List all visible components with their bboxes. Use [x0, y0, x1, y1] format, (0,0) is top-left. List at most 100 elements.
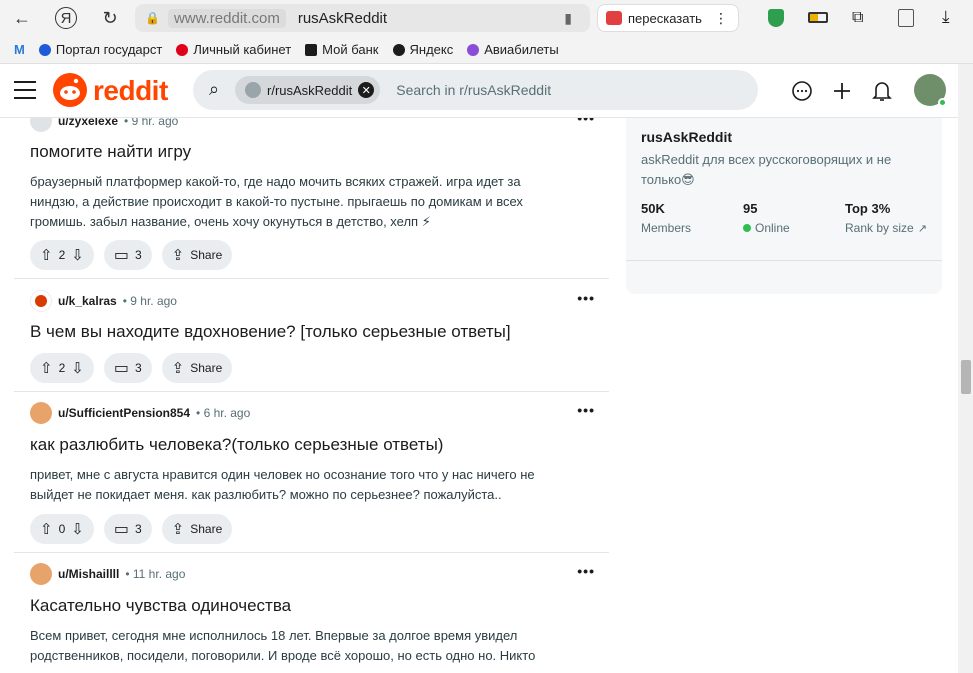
avia-icon	[467, 43, 480, 56]
online-dot-icon	[743, 224, 751, 232]
notification-bell-icon[interactable]	[870, 79, 894, 103]
subreddit-chip[interactable]: r/rusAskReddit ✕	[235, 76, 381, 104]
yandex-icon[interactable]: Я	[55, 7, 77, 29]
comments-button[interactable]: ▭ 3	[103, 353, 152, 383]
post-body[interactable]: браузерный платформер какой-то, где надо…	[30, 172, 575, 232]
post-actions: ⇧ 2 ⇩ ▭ 3 ⇪ Share	[30, 240, 233, 270]
extension-icon[interactable]: ⧉	[852, 9, 863, 27]
vote-pill: ⇧ 2 ⇩	[30, 353, 94, 383]
search-bar[interactable]: ⌕ r/rusAskReddit ✕ Search in r/rusAskRed…	[193, 70, 758, 110]
post-time: • 9 hr. ago	[124, 118, 179, 128]
post-meta: u/k_kalras • 9 hr. ago	[30, 290, 177, 312]
upvote-icon[interactable]: ⇧	[40, 520, 53, 538]
more-options-icon[interactable]: •••	[577, 563, 595, 579]
share-button[interactable]: ⇪ Share	[161, 514, 233, 544]
battery-icon[interactable]	[808, 12, 828, 23]
scrollbar-thumb[interactable]	[961, 360, 971, 394]
bookmark-item[interactable]: Мой банк	[305, 42, 379, 57]
post-author[interactable]: u/zyxelexe	[58, 118, 118, 128]
share-label: Share	[190, 361, 223, 375]
bookmark-label: Яндекс	[409, 42, 454, 57]
post-card[interactable]: u/Mishaillll • 11 hr. ago ••• Касательно…	[14, 563, 609, 673]
post-body-line: привет, мне с августа нравится один чело…	[30, 467, 535, 482]
retell-button[interactable]: пересказать ⋮	[597, 4, 739, 32]
user-avatar[interactable]	[914, 74, 947, 107]
post-title[interactable]: Касательно чувства одиночества	[30, 596, 291, 616]
bookmark-icon[interactable]: ▮	[564, 10, 572, 27]
user-avatar[interactable]	[30, 118, 52, 132]
translate-icon[interactable]	[898, 9, 914, 27]
post-body[interactable]: Всем привет, сегодня мне исполнилось 18 …	[30, 626, 575, 666]
address-bar[interactable]: 🔒 www.reddit.com rusAskReddit ▮	[135, 4, 590, 32]
stat-label: Rank by size ↗	[845, 221, 927, 235]
post-meta: u/Mishaillll • 11 hr. ago	[30, 563, 185, 585]
downvote-icon[interactable]: ⇩	[71, 246, 84, 264]
community-title: rusAskReddit	[641, 129, 733, 145]
post-body-line: Всем привет, сегодня мне исполнилось 18 …	[30, 628, 518, 643]
comment-icon: ▭	[113, 360, 129, 377]
bookmark-item[interactable]: Портал государст	[38, 42, 162, 57]
vote-count: 2	[58, 361, 66, 375]
bookmark-item[interactable]: Яндекс	[392, 42, 454, 57]
share-icon: ⇪	[171, 521, 185, 538]
shield-icon[interactable]	[768, 9, 784, 27]
search-input[interactable]: Search in r/rusAskReddit	[396, 82, 551, 98]
bookmark-item[interactable]: Авиабилеты	[467, 42, 559, 57]
chat-icon[interactable]	[790, 79, 814, 103]
download-icon[interactable]: ⤓	[942, 7, 950, 27]
menu-icon[interactable]	[14, 81, 36, 99]
comment-count: 3	[134, 522, 142, 536]
rank-stat[interactable]: Top 3% Rank by size ↗	[845, 201, 927, 235]
bookmark-item[interactable]: Личный кабинет	[176, 42, 291, 57]
bookmark-ms[interactable]: M	[14, 42, 25, 57]
post-title[interactable]: помогите найти игру	[30, 142, 191, 162]
comment-icon: ▭	[113, 247, 129, 264]
downvote-icon[interactable]: ⇩	[71, 520, 84, 538]
post-body-line: ниндзю, а действие происходит в какой-то…	[30, 194, 523, 209]
reload-icon[interactable]: ↻	[96, 4, 124, 32]
user-avatar[interactable]	[30, 290, 52, 312]
reddit-wordmark[interactable]: reddit	[93, 75, 168, 107]
online-stat: 95 Online	[743, 201, 790, 235]
share-label: Share	[190, 248, 223, 262]
post-body-line: родственников, посидели, поговорили. И в…	[30, 648, 536, 663]
share-button[interactable]: ⇪ Share	[161, 353, 233, 383]
back-arrow-icon[interactable]: ←	[8, 4, 36, 32]
post-author[interactable]: u/Mishaillll	[58, 567, 119, 581]
comment-count: 3	[134, 248, 142, 262]
share-button[interactable]: ⇪ Share	[161, 240, 233, 270]
retell-icon	[606, 11, 622, 25]
retell-label: пересказать	[628, 10, 702, 26]
create-plus-icon[interactable]	[830, 79, 854, 103]
subreddit-chip-icon	[245, 82, 261, 98]
post-title[interactable]: как разлюбить человека?(только серьезные…	[30, 435, 443, 455]
comments-button[interactable]: ▭ 3	[103, 240, 152, 270]
comment-count: 3	[134, 361, 142, 375]
user-avatar[interactable]	[30, 402, 52, 424]
upvote-icon[interactable]: ⇧	[40, 359, 53, 377]
more-options-icon[interactable]: •••	[577, 402, 595, 418]
close-icon[interactable]: ✕	[358, 82, 375, 98]
upvote-icon[interactable]: ⇧	[40, 246, 53, 264]
more-options-icon[interactable]: •••	[577, 118, 595, 126]
reddit-logo-icon[interactable]	[53, 73, 87, 107]
more-options-icon[interactable]: •••	[577, 290, 595, 306]
stat-value: 95	[743, 201, 758, 216]
bank-icon	[305, 43, 318, 56]
bookmark-label: Личный кабинет	[193, 42, 292, 57]
stat-label: Online	[743, 221, 790, 235]
post-author[interactable]: u/SufficientPension854	[58, 406, 190, 420]
share-icon: ⇪	[171, 360, 185, 377]
share-label: Share	[190, 522, 223, 536]
bookmark-label: Авиабилеты	[484, 42, 559, 57]
post-author[interactable]: u/k_kalras	[58, 294, 117, 308]
post-actions: ⇧ 2 ⇩ ▭ 3 ⇪ Share	[30, 353, 233, 383]
more-vert-icon[interactable]: ⋮	[714, 10, 728, 27]
sidebar-divider	[626, 260, 942, 261]
downvote-icon[interactable]: ⇩	[71, 359, 84, 377]
user-avatar[interactable]	[30, 563, 52, 585]
post-title[interactable]: В чем вы находите вдохновение? [только с…	[30, 322, 511, 342]
comments-button[interactable]: ▭ 3	[103, 514, 152, 544]
post-body[interactable]: привет, мне с августа нравится один чело…	[30, 465, 575, 505]
url-domain: www.reddit.com	[167, 8, 286, 28]
